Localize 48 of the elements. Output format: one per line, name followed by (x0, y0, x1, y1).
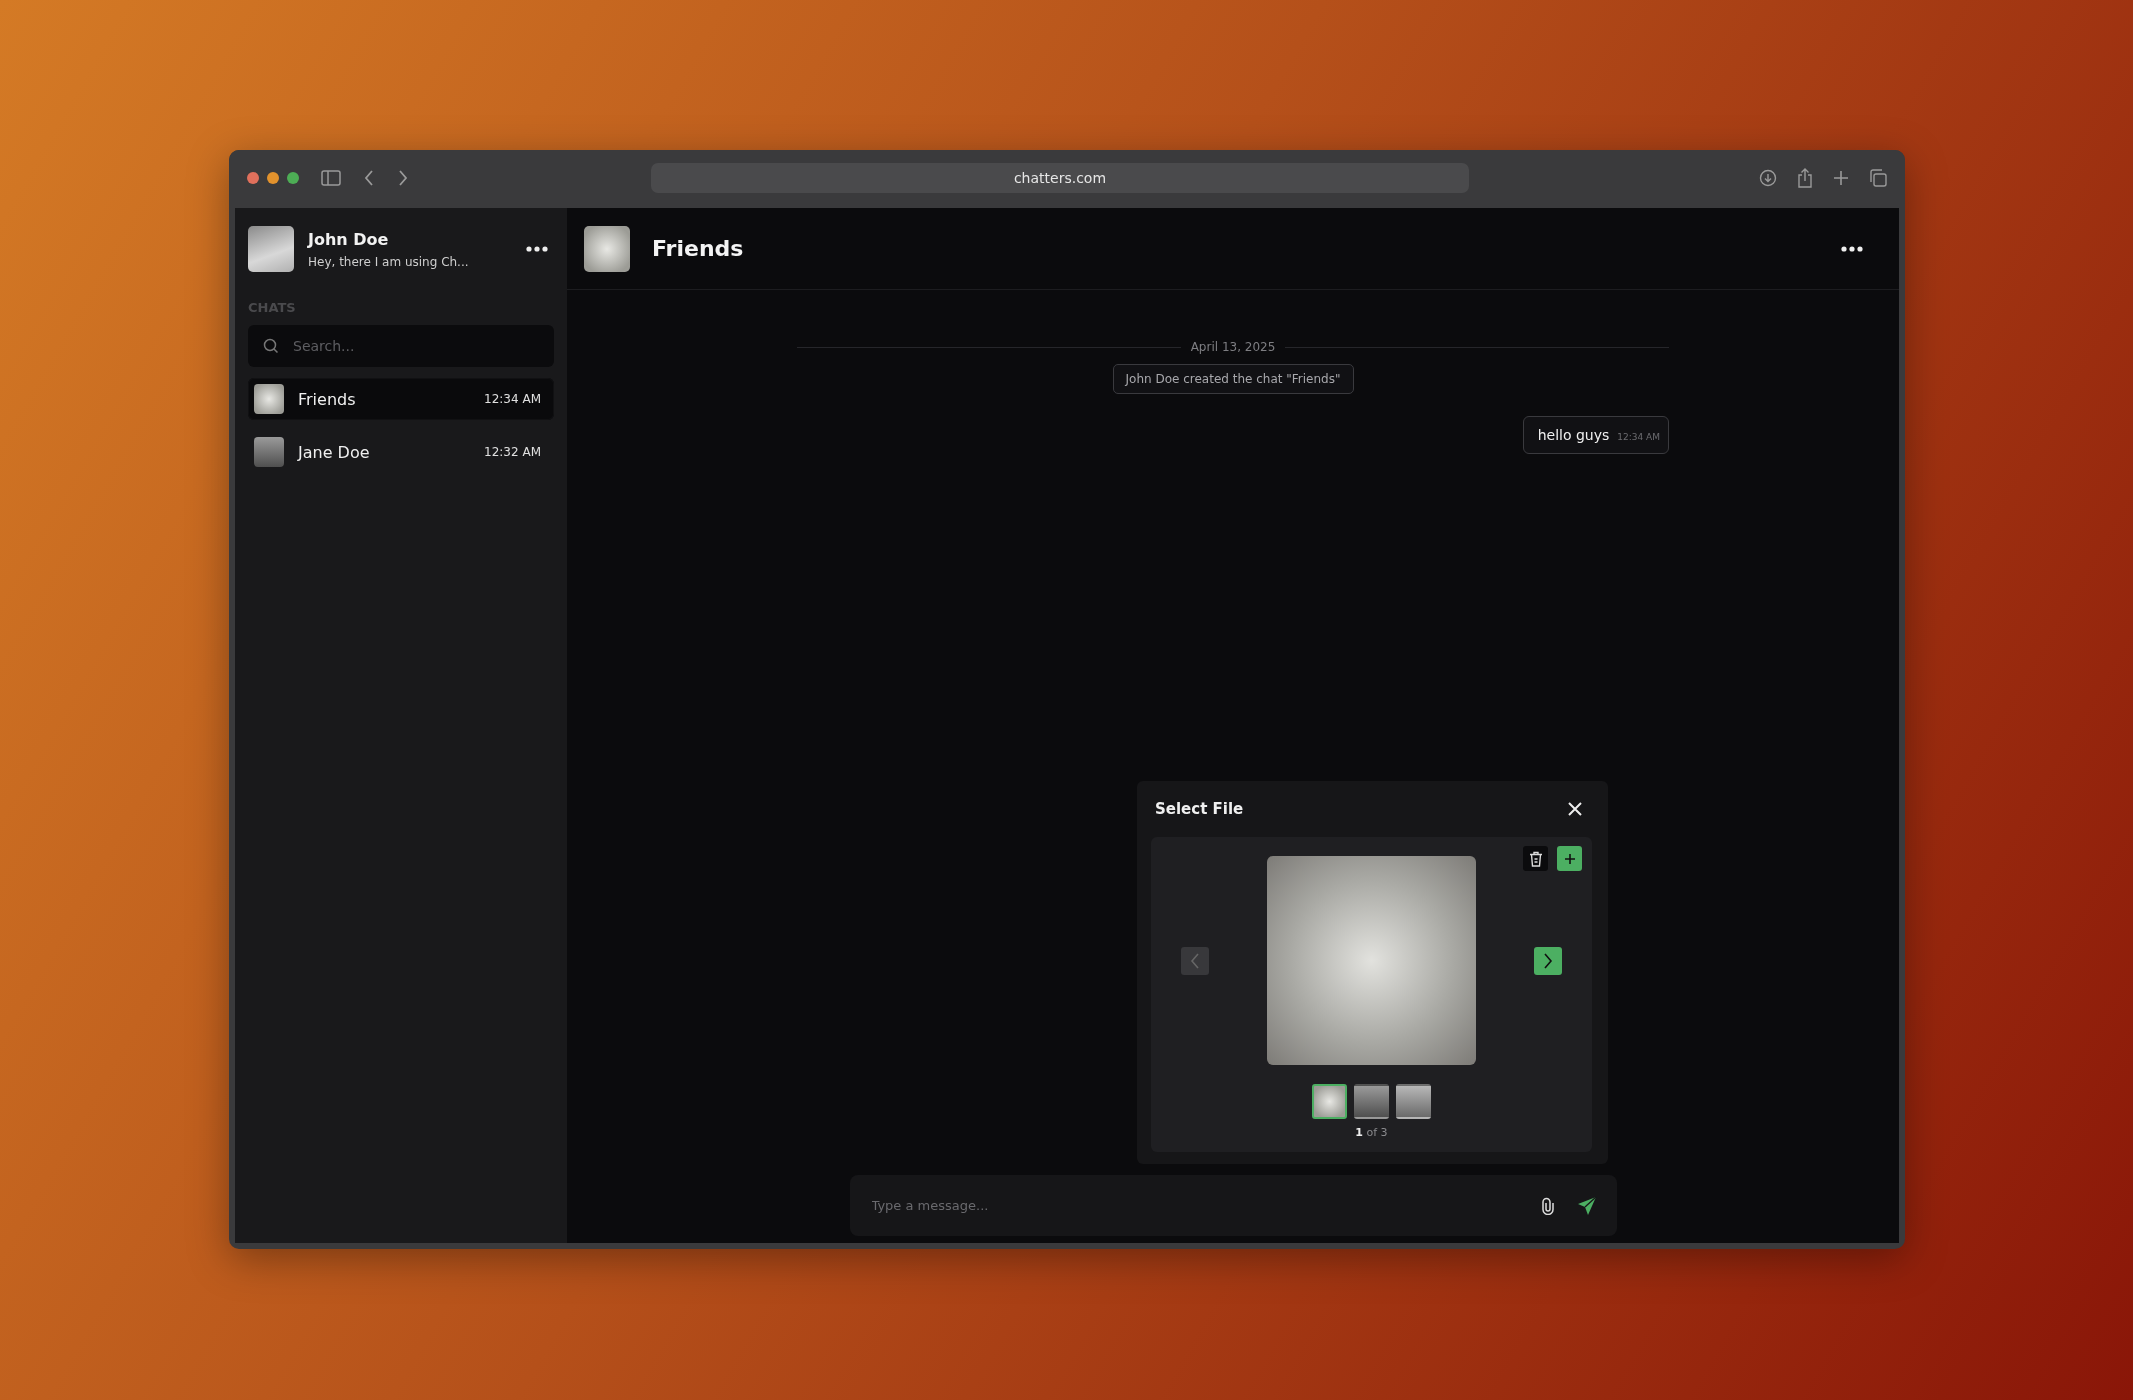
chat-time: 12:32 AM (484, 445, 541, 459)
send-icon[interactable] (1576, 1195, 1597, 1216)
chevron-left-icon (1190, 952, 1200, 969)
address-bar[interactable]: chatters.com (651, 162, 1469, 193)
thumbnail[interactable] (1312, 1084, 1347, 1119)
date-label: April 13, 2025 (1190, 340, 1276, 354)
chat-avatar (254, 437, 284, 467)
search-icon (263, 338, 279, 354)
chat-avatar (584, 225, 630, 272)
next-button[interactable] (1534, 946, 1562, 975)
close-icon (1568, 802, 1582, 816)
sidebar-toggle-icon[interactable] (321, 169, 341, 186)
add-file-button[interactable] (1557, 846, 1582, 871)
forward-icon[interactable] (397, 168, 409, 187)
tabs-icon[interactable] (1869, 168, 1887, 187)
back-icon[interactable] (363, 168, 375, 187)
more-icon[interactable] (1841, 245, 1863, 252)
profile-status: Hey, there I am using Ch... (308, 254, 470, 269)
chat-name: Friends (298, 389, 357, 409)
message-text: hello guys (1537, 427, 1610, 443)
profile-name: John Doe (308, 229, 390, 249)
more-icon[interactable] (526, 246, 548, 252)
system-message: John Doe created the chat "Friends" (1112, 364, 1354, 394)
chat-time: 12:34 AM (484, 392, 541, 406)
minimize-button[interactable] (267, 171, 279, 184)
dialog-title: Select File (1155, 800, 1244, 818)
chat-name: Jane Doe (298, 442, 371, 462)
search-field[interactable]: Search... (248, 325, 554, 367)
trash-icon (1528, 850, 1543, 867)
chat-list-item[interactable]: Jane Doe 12:32 AM (248, 431, 554, 473)
close-button[interactable] (1566, 800, 1584, 818)
thumbnail[interactable] (1354, 1084, 1389, 1119)
message-time: 12:34 AM (1617, 432, 1660, 442)
chat-list-item[interactable]: Friends 12:34 AM (248, 378, 554, 420)
share-icon[interactable] (1797, 167, 1813, 188)
thumbnail[interactable] (1396, 1084, 1431, 1119)
chat-title: Friends (652, 236, 745, 261)
paperclip-icon[interactable] (1540, 1196, 1555, 1215)
message-input[interactable]: Type a message... (869, 1197, 1519, 1214)
zoom-button[interactable] (287, 171, 299, 184)
profile-photo (248, 226, 294, 272)
delete-button[interactable] (1523, 846, 1548, 871)
download-icon[interactable] (1759, 168, 1777, 187)
chevron-right-icon (1543, 952, 1553, 969)
chat-avatar (254, 384, 284, 414)
page-counter: 1 of 3 (1355, 1126, 1388, 1139)
plus-icon (1563, 852, 1576, 865)
plus-icon[interactable] (1833, 169, 1849, 186)
